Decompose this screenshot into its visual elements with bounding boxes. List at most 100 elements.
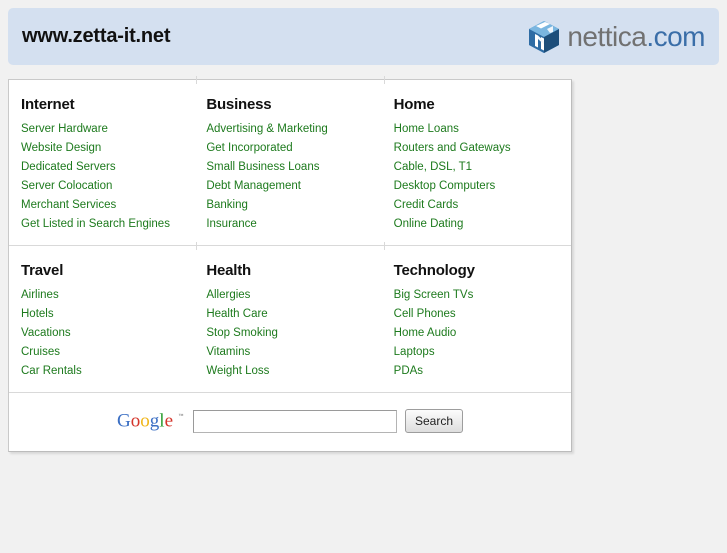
category-link[interactable]: Small Business Loans xyxy=(206,158,319,176)
list-item: Routers and Gateways xyxy=(394,138,561,157)
list-item: Server Hardware xyxy=(21,119,186,138)
list-item: Get Listed in Search Engines xyxy=(21,214,186,233)
category-column-business: Business Advertising & Marketing Get Inc… xyxy=(196,80,383,245)
category-column-health: Health Allergies Health Care Stop Smokin… xyxy=(196,246,383,392)
list-item: Cruises xyxy=(21,342,186,361)
category-row-1: Internet Server Hardware Website Design … xyxy=(9,80,571,245)
category-link[interactable]: Cell Phones xyxy=(394,305,456,323)
category-link[interactable]: Laptops xyxy=(394,343,435,361)
page-title: www.zetta-it.net xyxy=(22,25,170,48)
svg-text:™: ™ xyxy=(178,414,183,420)
category-link[interactable]: Home Audio xyxy=(394,324,457,342)
category-title: Technology xyxy=(394,262,561,279)
search-button[interactable]: Search xyxy=(405,409,463,433)
google-search-form: Google ™ Search xyxy=(111,405,469,437)
nettica-logo-icon xyxy=(527,20,561,54)
list-item: Dedicated Servers xyxy=(21,157,186,176)
nettica-brand[interactable]: nettica.com xyxy=(527,20,705,54)
category-column-technology: Technology Big Screen TVs Cell Phones Ho… xyxy=(384,246,571,392)
list-item: Website Design xyxy=(21,138,186,157)
list-item: Hotels xyxy=(21,304,186,323)
list-item: Cable, DSL, T1 xyxy=(394,157,561,176)
list-item: Cell Phones xyxy=(394,304,561,323)
search-strip: Google ™ Search xyxy=(9,392,571,451)
category-link[interactable]: Server Hardware xyxy=(21,120,108,138)
list-item: Car Rentals xyxy=(21,361,186,380)
category-link[interactable]: Car Rentals xyxy=(21,362,82,380)
list-item: Laptops xyxy=(394,342,561,361)
category-link-list: Allergies Health Care Stop Smoking Vitam… xyxy=(206,285,373,380)
list-item: Vitamins xyxy=(206,342,373,361)
list-item: Online Dating xyxy=(394,214,561,233)
category-link[interactable]: Online Dating xyxy=(394,215,464,233)
category-link-list: Airlines Hotels Vacations Cruises Car Re… xyxy=(21,285,186,380)
category-link[interactable]: Routers and Gateways xyxy=(394,139,511,157)
category-column-home: Home Home Loans Routers and Gateways Cab… xyxy=(384,80,571,245)
category-link[interactable]: Desktop Computers xyxy=(394,177,496,195)
category-link[interactable]: Big Screen TVs xyxy=(394,286,474,304)
category-link[interactable]: Credit Cards xyxy=(394,196,459,214)
category-title: Business xyxy=(206,96,373,113)
svg-text:Google: Google xyxy=(117,410,173,431)
category-link[interactable]: Banking xyxy=(206,196,248,214)
category-link[interactable]: Hotels xyxy=(21,305,54,323)
category-link[interactable]: Dedicated Servers xyxy=(21,158,116,176)
list-item: Server Colocation xyxy=(21,176,186,195)
list-item: Home Loans xyxy=(394,119,561,138)
list-item: Weight Loss xyxy=(206,361,373,380)
list-item: Merchant Services xyxy=(21,195,186,214)
category-link[interactable]: PDAs xyxy=(394,362,423,380)
list-item: Vacations xyxy=(21,323,186,342)
category-title: Home xyxy=(394,96,561,113)
category-link-list: Big Screen TVs Cell Phones Home Audio La… xyxy=(394,285,561,380)
list-item: Stop Smoking xyxy=(206,323,373,342)
list-item: Get Incorporated xyxy=(206,138,373,157)
list-item: Credit Cards xyxy=(394,195,561,214)
category-link[interactable]: Get Listed in Search Engines xyxy=(21,215,170,233)
list-item: Desktop Computers xyxy=(394,176,561,195)
category-link[interactable]: Insurance xyxy=(206,215,257,233)
category-link[interactable]: Get Incorporated xyxy=(206,139,292,157)
category-title: Health xyxy=(206,262,373,279)
directory-card: Internet Server Hardware Website Design … xyxy=(8,79,572,452)
category-row-2: Travel Airlines Hotels Vacations Cruises… xyxy=(9,245,571,392)
list-item: Allergies xyxy=(206,285,373,304)
list-item: Health Care xyxy=(206,304,373,323)
category-link-list: Advertising & Marketing Get Incorporated… xyxy=(206,119,373,233)
category-link[interactable]: Merchant Services xyxy=(21,196,116,214)
category-link-list: Home Loans Routers and Gateways Cable, D… xyxy=(394,119,561,233)
category-column-travel: Travel Airlines Hotels Vacations Cruises… xyxy=(9,246,196,392)
page-header: www.zetta-it.net nettica.com xyxy=(8,8,719,65)
category-link[interactable]: Weight Loss xyxy=(206,362,269,380)
list-item: Insurance xyxy=(206,214,373,233)
category-link[interactable]: Home Loans xyxy=(394,120,459,138)
category-link[interactable]: Vacations xyxy=(21,324,71,342)
category-column-internet: Internet Server Hardware Website Design … xyxy=(9,80,196,245)
category-link-list: Server Hardware Website Design Dedicated… xyxy=(21,119,186,233)
list-item: Big Screen TVs xyxy=(394,285,561,304)
list-item: Small Business Loans xyxy=(206,157,373,176)
category-link[interactable]: Allergies xyxy=(206,286,250,304)
category-link[interactable]: Airlines xyxy=(21,286,59,304)
category-link[interactable]: Vitamins xyxy=(206,343,250,361)
category-link[interactable]: Server Colocation xyxy=(21,177,112,195)
category-title: Internet xyxy=(21,96,186,113)
list-item: Airlines xyxy=(21,285,186,304)
list-item: Banking xyxy=(206,195,373,214)
search-input[interactable] xyxy=(193,410,397,433)
category-link[interactable]: Debt Management xyxy=(206,177,301,195)
google-logo-icon: Google ™ xyxy=(117,409,185,433)
category-link[interactable]: Health Care xyxy=(206,305,267,323)
category-link[interactable]: Cable, DSL, T1 xyxy=(394,158,472,176)
list-item: Advertising & Marketing xyxy=(206,119,373,138)
category-link[interactable]: Advertising & Marketing xyxy=(206,120,327,138)
list-item: Debt Management xyxy=(206,176,373,195)
category-link[interactable]: Cruises xyxy=(21,343,60,361)
list-item: Home Audio xyxy=(394,323,561,342)
list-item: PDAs xyxy=(394,361,561,380)
nettica-wordmark: nettica.com xyxy=(567,23,705,51)
category-link[interactable]: Stop Smoking xyxy=(206,324,278,342)
brand-name: nettica xyxy=(567,21,646,52)
brand-tld: .com xyxy=(646,21,705,52)
category-link[interactable]: Website Design xyxy=(21,139,101,157)
